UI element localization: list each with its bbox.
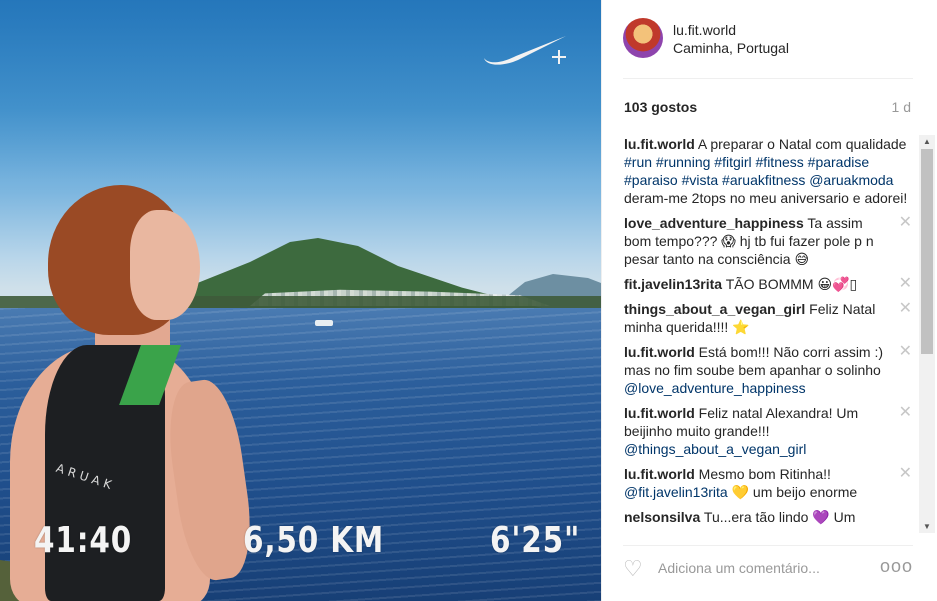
ellipsis-icon[interactable]: ooo	[880, 556, 913, 577]
close-icon[interactable]: ✕	[899, 301, 912, 317]
add-comment-bar: ♡ Adiciona um comentário... ooo	[623, 545, 913, 587]
comment-mention[interactable]: @fit.javelin13rita	[624, 484, 728, 500]
header-divider	[623, 78, 913, 79]
comments-scrollbar[interactable]: ▲ ▼	[919, 135, 935, 533]
comment-author[interactable]: fit.javelin13rita	[624, 276, 722, 292]
comment-author[interactable]: love_adventure_happiness	[624, 215, 804, 231]
caption: lu.fit.world A preparar o Natal com qual…	[624, 135, 922, 207]
comment-author[interactable]: lu.fit.world	[624, 466, 695, 482]
close-icon[interactable]: ✕	[899, 405, 912, 421]
run-pace: 6'25"	[490, 520, 581, 561]
likes-count[interactable]: 103 gostos	[624, 99, 697, 115]
comment-author[interactable]: lu.fit.world	[624, 405, 695, 421]
add-comment-input[interactable]: Adiciona um comentário...	[658, 560, 820, 576]
runner-face	[130, 210, 200, 320]
post-username[interactable]: lu.fit.world	[673, 22, 736, 38]
avatar[interactable]	[623, 18, 663, 58]
comment-text-after: 💛 um beijo enorme	[731, 484, 858, 500]
comment-item: lu.fit.world Está bom!!! Não corri assim…	[624, 343, 922, 397]
comment-author[interactable]: things_about_a_vegan_girl	[624, 301, 805, 317]
scroll-thumb[interactable]	[921, 149, 933, 354]
heart-outline-icon[interactable]: ♡	[623, 558, 643, 580]
comment-mention[interactable]: @love_adventure_happiness	[624, 380, 806, 396]
comment-author[interactable]: lu.fit.world	[624, 344, 695, 360]
close-icon[interactable]: ✕	[899, 344, 912, 360]
nike-swoosh-icon	[484, 36, 566, 65]
post-photo[interactable]: ARUAK 41:40 6,50 KM 6'25"	[0, 0, 601, 601]
caption-author[interactable]: lu.fit.world	[624, 136, 695, 152]
comment-item: lu.fit.world Feliz natal Alexandra! Um b…	[624, 404, 922, 458]
comment-item: fit.javelin13rita TÃO BOMMM 😀💞▯ ✕	[624, 275, 922, 293]
comment-item: lu.fit.world Mesmo bom Ritinha!! @fit.ja…	[624, 465, 922, 501]
post-time[interactable]: 1 d	[892, 99, 911, 115]
comment-item: things_about_a_vegan_girl Feliz Natal mi…	[624, 300, 922, 336]
run-distance: 6,50 KM	[243, 520, 385, 561]
run-stats: 41:40 6,50 KM 6'25"	[0, 520, 601, 570]
caption-mention[interactable]: @aruakmoda	[809, 172, 893, 188]
plus-icon	[552, 50, 566, 64]
comment-text: TÃO BOMMM 😀💞▯	[725, 276, 858, 292]
boat	[315, 320, 333, 326]
comment-author[interactable]: nelsonsilva	[624, 509, 700, 525]
caption-text-end: deram-me 2tops no meu aniversario e ador…	[624, 190, 908, 206]
scroll-up-arrow-icon[interactable]: ▲	[923, 137, 931, 146]
run-time: 41:40	[34, 520, 133, 561]
post-header: lu.fit.world Caminha, Portugal	[623, 18, 913, 78]
comment-item: love_adventure_happiness Ta assim bom te…	[624, 214, 922, 268]
comment-text: Mesmo bom Ritinha!!	[698, 466, 831, 482]
comments-list: lu.fit.world A preparar o Natal com qual…	[624, 135, 922, 533]
close-icon[interactable]: ✕	[899, 466, 912, 482]
caption-text: A preparar o Natal com qualidade	[697, 136, 907, 152]
comment-item: nelsonsilva Tu...era tão lindo 💜 Um	[624, 508, 922, 526]
post-location[interactable]: Caminha, Portugal	[673, 40, 789, 56]
comment-text: Tu...era tão lindo 💜 Um	[703, 509, 856, 525]
close-icon[interactable]: ✕	[899, 215, 912, 231]
close-icon[interactable]: ✕	[899, 276, 912, 292]
comment-mention[interactable]: @things_about_a_vegan_girl	[624, 441, 806, 457]
scroll-down-arrow-icon[interactable]: ▼	[923, 522, 931, 531]
